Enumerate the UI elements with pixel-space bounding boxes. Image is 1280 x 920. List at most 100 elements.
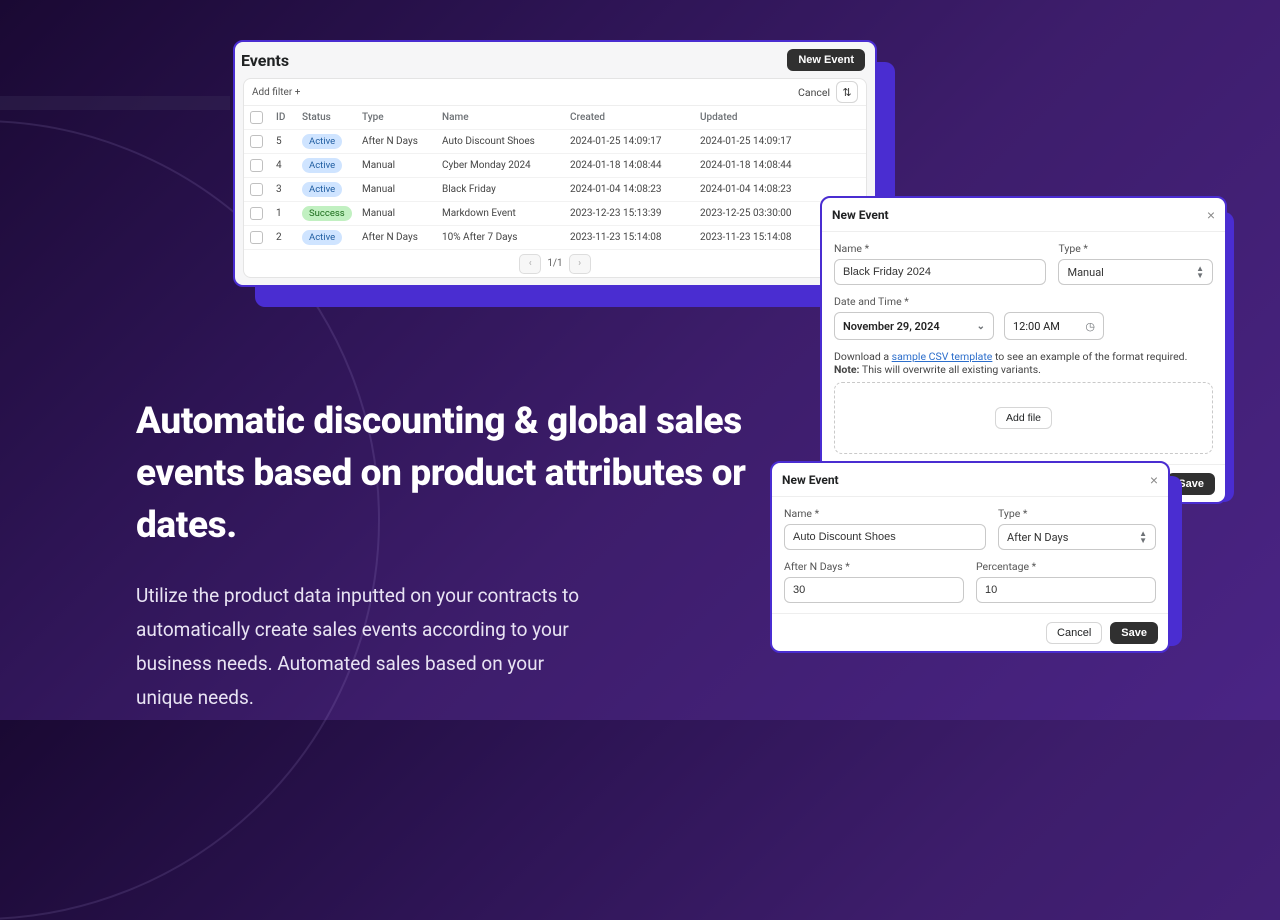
table-row[interactable]: 2ActiveAfter N Days10% After 7 Days2023-…	[244, 226, 866, 250]
decorative-bar	[0, 96, 230, 110]
cell-status: Success	[302, 206, 362, 221]
cell-updated: 2023-11-23 15:14:08	[700, 232, 830, 243]
cell-updated: 2024-01-18 14:08:44	[700, 160, 830, 171]
select-updown-icon: ▲▼	[1139, 530, 1147, 544]
table-header-row: ID Status Type Name Created Updated	[244, 106, 866, 130]
dialog1-datetime-label: Date and Time *	[834, 295, 1213, 308]
col-status[interactable]: Status	[302, 112, 362, 123]
dialog2-type-label: Type *	[998, 507, 1156, 520]
row-checkbox[interactable]	[250, 207, 263, 220]
select-updown-icon: ▲▼	[1196, 265, 1204, 279]
cell-id: 5	[276, 136, 302, 147]
pagination: ‹ 1/1 ›	[244, 250, 866, 277]
cell-created: 2023-11-23 15:14:08	[570, 232, 700, 243]
select-all-checkbox[interactable]	[250, 111, 263, 124]
prev-page-button[interactable]: ‹	[519, 254, 541, 274]
dialog2-cancel-button[interactable]: Cancel	[1046, 622, 1102, 644]
dialog1-date-picker[interactable]: November 29, 2024 ⌄	[834, 312, 994, 340]
cell-id: 2	[276, 232, 302, 243]
dialog1-type-label: Type *	[1058, 242, 1213, 255]
cell-created: 2024-01-25 14:09:17	[570, 136, 700, 147]
add-file-button[interactable]: Add file	[995, 407, 1052, 429]
dialog2-type-value: After N Days	[1007, 531, 1068, 544]
cell-type: After N Days	[362, 136, 442, 147]
table-row[interactable]: 3ActiveManualBlack Friday2024-01-04 14:0…	[244, 178, 866, 202]
dialog1-title: New Event	[832, 208, 889, 222]
events-window: Events New Event Add filter + Cancel ⇅ I…	[233, 40, 877, 287]
filter-cancel-link[interactable]: Cancel	[798, 86, 830, 99]
cell-status: Active	[302, 230, 362, 245]
dialog1-time-picker[interactable]: 12:00 AM ◷	[1004, 312, 1104, 340]
row-checkbox[interactable]	[250, 183, 263, 196]
chevron-left-icon: ‹	[529, 258, 532, 269]
sort-icon: ⇅	[842, 86, 851, 99]
dialog2-name-label: Name *	[784, 507, 986, 520]
dialog2-after-input[interactable]	[784, 577, 964, 603]
col-name[interactable]: Name	[442, 112, 570, 123]
dialog1-name-input[interactable]	[834, 259, 1046, 285]
col-id[interactable]: ID	[276, 112, 302, 123]
cell-name: Markdown Event	[442, 208, 570, 219]
status-badge: Active	[302, 182, 342, 197]
row-checkbox[interactable]	[250, 135, 263, 148]
cell-name: 10% After 7 Days	[442, 232, 570, 243]
sort-button[interactable]: ⇅	[836, 81, 858, 103]
dialog1-type-value: Manual	[1067, 266, 1103, 279]
close-icon: ×	[1207, 207, 1215, 223]
row-checkbox[interactable]	[250, 159, 263, 172]
dialog2-name-input[interactable]	[784, 524, 986, 550]
cell-name: Cyber Monday 2024	[442, 160, 570, 171]
cell-status: Active	[302, 134, 362, 149]
row-checkbox[interactable]	[250, 231, 263, 244]
cell-updated: 2024-01-04 14:08:23	[700, 184, 830, 195]
status-badge: Active	[302, 230, 342, 245]
cell-id: 4	[276, 160, 302, 171]
cell-updated: 2023-12-25 03:30:00	[700, 208, 830, 219]
page-indicator: 1/1	[547, 258, 562, 269]
status-badge: Active	[302, 134, 342, 149]
col-updated[interactable]: Updated	[700, 112, 830, 123]
close-icon: ×	[1150, 472, 1158, 488]
dialog1-close-button[interactable]: ×	[1207, 207, 1215, 223]
table-row[interactable]: 4ActiveManualCyber Monday 20242024-01-18…	[244, 154, 866, 178]
download-pre: Download a	[834, 350, 892, 363]
col-type[interactable]: Type	[362, 112, 442, 123]
dialog2-save-button[interactable]: Save	[1110, 622, 1158, 644]
table-row[interactable]: 5Active After N DaysAuto Discount Shoes20…	[244, 130, 866, 154]
add-filter-button[interactable]: Add filter +	[252, 87, 300, 98]
download-post: to see an example of the format required…	[992, 350, 1187, 363]
cell-name: Auto Discount Shoes	[442, 136, 570, 147]
cell-status: Active	[302, 158, 362, 173]
col-created[interactable]: Created	[570, 112, 700, 123]
new-event-dialog-manual: New Event × Name * Type * Manual ▲▼ Date…	[820, 196, 1227, 504]
next-page-button[interactable]: ›	[569, 254, 591, 274]
cell-id: 1	[276, 208, 302, 219]
status-badge: Success	[302, 206, 352, 221]
cell-status: Active	[302, 182, 362, 197]
cell-type: Manual	[362, 208, 442, 219]
table-row[interactable]: 1SuccessManualMarkdown Event2023-12-23 1…	[244, 202, 866, 226]
sample-csv-link[interactable]: sample CSV template	[892, 350, 993, 363]
file-drop-zone[interactable]: Add file	[834, 382, 1213, 454]
cell-created: 2024-01-18 14:08:44	[570, 160, 700, 171]
new-event-button[interactable]: New Event	[787, 49, 865, 71]
dialog2-after-label: After N Days *	[784, 560, 964, 573]
cell-type: Manual	[362, 184, 442, 195]
note-label: Note:	[834, 363, 860, 376]
marketing-copy: Automatic discounting & global sales eve…	[136, 396, 796, 715]
dialog1-download-text: Download a sample CSV template to see an…	[834, 350, 1213, 376]
status-badge: Active	[302, 158, 342, 173]
dialog2-close-button[interactable]: ×	[1150, 472, 1158, 488]
dialog2-type-select[interactable]: After N Days ▲▼	[998, 524, 1156, 550]
dialog1-name-label: Name *	[834, 242, 1046, 255]
dialog2-pct-label: Percentage *	[976, 560, 1156, 573]
events-table: ID Status Type Name Created Updated 5Act…	[244, 106, 866, 250]
dialog1-time-value: 12:00 AM	[1013, 320, 1060, 333]
marketing-headline: Automatic discounting & global sales eve…	[136, 396, 796, 551]
chevron-right-icon: ›	[578, 258, 581, 269]
dialog2-pct-input[interactable]	[976, 577, 1156, 603]
new-event-dialog-ndays: New Event × Name * Type * After N Days ▲…	[770, 461, 1170, 653]
dialog1-type-select[interactable]: Manual ▲▼	[1058, 259, 1213, 285]
dialog1-date-value: November 29, 2024	[843, 320, 940, 333]
cell-id: 3	[276, 184, 302, 195]
